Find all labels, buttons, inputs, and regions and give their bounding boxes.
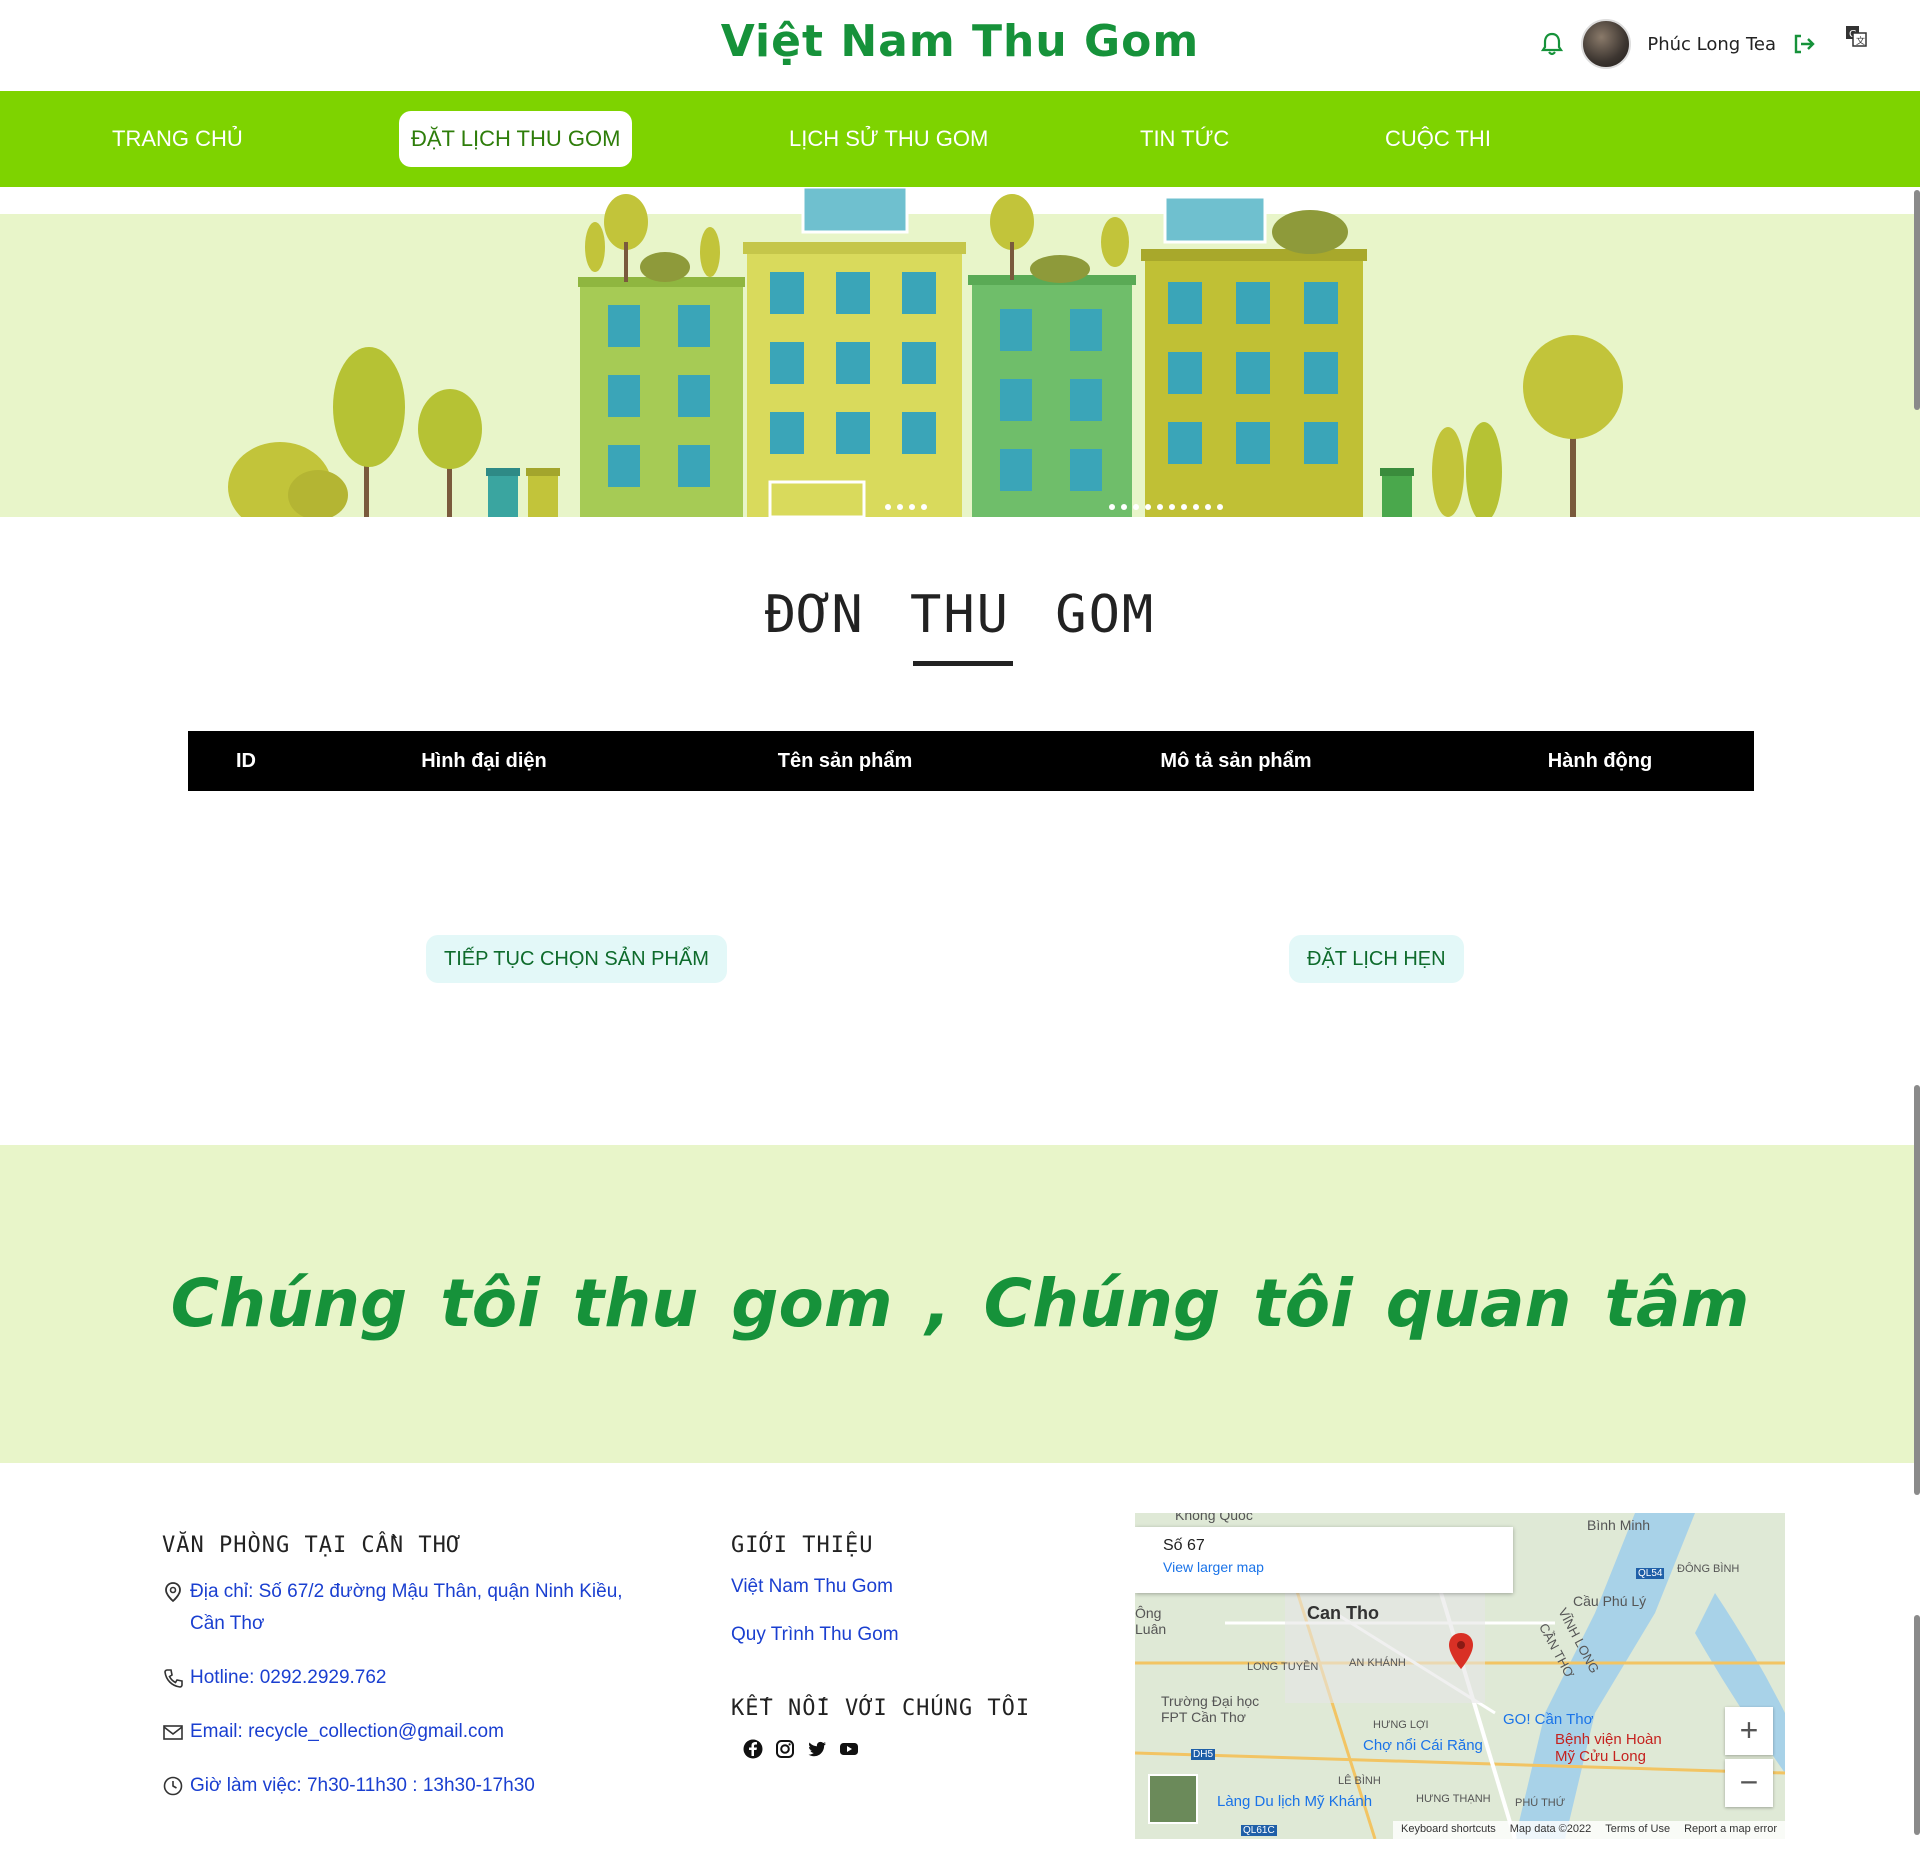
continue-selecting-button[interactable]: TIẾP TỤC CHỌN SẢN PHẨM bbox=[426, 935, 727, 983]
map-label-dh5: DH5 bbox=[1191, 1749, 1216, 1760]
scrollbar-thumb-tertiary[interactable] bbox=[1914, 1615, 1920, 1835]
translate-icon[interactable]: G文 bbox=[1842, 22, 1870, 50]
logout-icon[interactable] bbox=[1790, 30, 1818, 58]
scrollbar-thumb-secondary[interactable] bbox=[1914, 1085, 1920, 1495]
zoom-in-button[interactable]: + bbox=[1725, 1707, 1773, 1755]
page-title: ĐƠN THU GOM bbox=[764, 585, 1156, 645]
facebook-icon[interactable] bbox=[743, 1739, 763, 1759]
map-footer: Keyboard shortcuts Map data ©2022 Terms … bbox=[1392, 1821, 1785, 1839]
intro-link-process[interactable]: Quy Trình Thu Gom bbox=[731, 1624, 1071, 1646]
scrollbar[interactable] bbox=[1912, 0, 1920, 1875]
map-label-fpt: Trường Đại học FPT Cần Thơ bbox=[1161, 1693, 1260, 1725]
keyboard-shortcuts-link[interactable]: Keyboard shortcuts bbox=[1401, 1823, 1496, 1837]
youtube-icon[interactable] bbox=[839, 1739, 859, 1759]
column-header-avatar: Hình đại diện bbox=[421, 749, 547, 772]
instagram-icon[interactable] bbox=[775, 1739, 795, 1759]
address-text: Địa chỉ: Số 67/2 đường Mậu Thân, quận Ni… bbox=[190, 1581, 623, 1634]
nav-item-contest[interactable]: CUỘC THI bbox=[1373, 111, 1503, 167]
map-label-cai-rang: Chợ nổi Cái Răng bbox=[1363, 1737, 1483, 1754]
map-label-go-can-tho: GO! Cần Thơ bbox=[1503, 1711, 1594, 1728]
phone-icon bbox=[164, 1669, 183, 1688]
zoom-out-button[interactable]: − bbox=[1725, 1759, 1773, 1807]
email-line[interactable]: Email: recycle_collection@gmail.com bbox=[162, 1716, 662, 1748]
map-info-card: Số 67 View larger map bbox=[1135, 1527, 1513, 1593]
map-data-text: Map data ©2022 bbox=[1509, 1823, 1592, 1835]
map-label-an-khanh: AN KHÁNH bbox=[1349, 1657, 1406, 1669]
intro-link-about[interactable]: Việt Nam Thu Gom bbox=[731, 1576, 1071, 1598]
map-label-hung-loi: HƯNG LỢI bbox=[1373, 1719, 1429, 1731]
location-map[interactable]: Số 67 View larger map Can Tho Bình Minh … bbox=[1135, 1513, 1785, 1839]
column-header-product-description: Mô tả sản phẩm bbox=[1160, 749, 1312, 772]
scrollbar-thumb[interactable] bbox=[1914, 190, 1920, 410]
office-heading: VĂN PHÒNG TẠI CẦN THƠ bbox=[162, 1533, 462, 1558]
map-label-cau-phu-ly: Cầu Phú Lý bbox=[1573, 1593, 1647, 1609]
username[interactable]: Phúc Long Tea bbox=[1647, 34, 1776, 55]
connect-heading: KẾT NỐI VỚI CHÚNG TÔI bbox=[731, 1696, 1031, 1721]
map-label-ong-luan: Ông Luân bbox=[1135, 1605, 1167, 1637]
avatar[interactable] bbox=[1581, 19, 1632, 69]
column-header-actions: Hành động bbox=[1547, 749, 1653, 772]
column-header-id: ID bbox=[236, 749, 256, 772]
hours-text: Giờ làm việc: 7h30-11h30 : 13h30-17h30 bbox=[190, 1775, 535, 1796]
hotline-text: Hotline: 0292.2929.762 bbox=[190, 1667, 387, 1688]
mail-icon bbox=[163, 1725, 183, 1740]
bell-icon[interactable] bbox=[1537, 29, 1567, 59]
hotline-line[interactable]: Hotline: 0292.2929.762 bbox=[162, 1662, 662, 1694]
map-label-khong-quoc: Không Quốc bbox=[1175, 1513, 1253, 1523]
column-header-product-name: Tên sản phẩm bbox=[777, 749, 913, 772]
hours-line: Giờ làm việc: 7h30-11h30 : 13h30-17h30 bbox=[162, 1770, 662, 1802]
map-label-my-khanh: Làng Du lịch Mỹ Khánh bbox=[1217, 1793, 1373, 1810]
view-larger-map-link[interactable]: View larger map bbox=[1163, 1559, 1485, 1575]
twitter-icon[interactable] bbox=[807, 1739, 827, 1759]
social-links bbox=[743, 1739, 1071, 1759]
slogan-section: Chúng tôi thu gom , Chúng tôi quan tâm bbox=[0, 1145, 1920, 1463]
report-error-link[interactable]: Report a map error bbox=[1684, 1823, 1777, 1837]
hero-banner bbox=[0, 187, 1920, 517]
book-appointment-button[interactable]: ĐẶT LỊCH HẸN bbox=[1289, 935, 1464, 983]
map-label-dong-binh: ĐÔNG BÌNH bbox=[1677, 1563, 1740, 1575]
intro-heading: GIỚI THIỆU bbox=[731, 1533, 874, 1558]
main-nav: TRANG CHỦ ĐẶT LỊCH THU GOM LỊCH SỬ THU G… bbox=[0, 91, 1920, 187]
table-header-row: ID Hình đại diện Tên sản phẩm Mô tả sản … bbox=[188, 731, 1754, 791]
map-label-long-tuyen: LONG TUYỀN bbox=[1247, 1661, 1319, 1673]
terms-link[interactable]: Terms of Use bbox=[1605, 1823, 1670, 1837]
city-illustration bbox=[0, 187, 1920, 517]
nav-item-book-collection[interactable]: ĐẶT LỊCH THU GOM bbox=[399, 111, 633, 167]
svg-text:文: 文 bbox=[1856, 35, 1865, 47]
site-header: Việt Nam Thu Gom Phúc Long Tea G文 bbox=[0, 0, 1920, 91]
user-area: Phúc Long Tea G文 bbox=[1537, 18, 1870, 70]
title-underline bbox=[913, 661, 1013, 666]
clock-icon bbox=[163, 1776, 183, 1796]
nav-item-home[interactable]: TRANG CHỦ bbox=[100, 111, 255, 167]
footer-intro-column: GIỚI THIỆU Việt Nam Thu Gom Quy Trình Th… bbox=[731, 1533, 1071, 1759]
map-label-hung-thanh: HƯNG THẠNH bbox=[1416, 1793, 1491, 1805]
map-label-ql54: QL54 bbox=[1636, 1568, 1665, 1579]
address-line[interactable]: Địa chỉ: Số 67/2 đường Mậu Thân, quận Ni… bbox=[162, 1576, 662, 1640]
order-table: ID Hình đại diện Tên sản phẩm Mô tả sản … bbox=[188, 731, 1754, 791]
nav-item-news[interactable]: TIN TỨC bbox=[1128, 111, 1241, 167]
map-label-can-tho: Can Tho bbox=[1307, 1603, 1379, 1623]
email-text: Email: recycle_collection@gmail.com bbox=[190, 1721, 504, 1742]
nav-item-collection-history[interactable]: LỊCH SỬ THU GOM bbox=[777, 111, 1000, 167]
map-label-binh-minh: Bình Minh bbox=[1587, 1517, 1651, 1533]
footer-office-column: VĂN PHÒNG TẠI CẦN THƠ Địa chỉ: Số 67/2 đ… bbox=[162, 1533, 662, 1824]
location-icon bbox=[165, 1582, 181, 1603]
map-label-hospital: Bệnh viện Hoàn Mỹ Cửu Long bbox=[1555, 1731, 1662, 1765]
map-label-phu-thu: PHÚ THỨ bbox=[1515, 1797, 1566, 1809]
map-label-ql61c: QL61C bbox=[1241, 1825, 1277, 1836]
map-label-le-binh: LÊ BÌNH bbox=[1338, 1775, 1381, 1787]
map-place-name: Số 67 bbox=[1163, 1537, 1205, 1554]
slogan-text: Chúng tôi thu gom , Chúng tôi quan tâm bbox=[170, 1265, 1750, 1342]
